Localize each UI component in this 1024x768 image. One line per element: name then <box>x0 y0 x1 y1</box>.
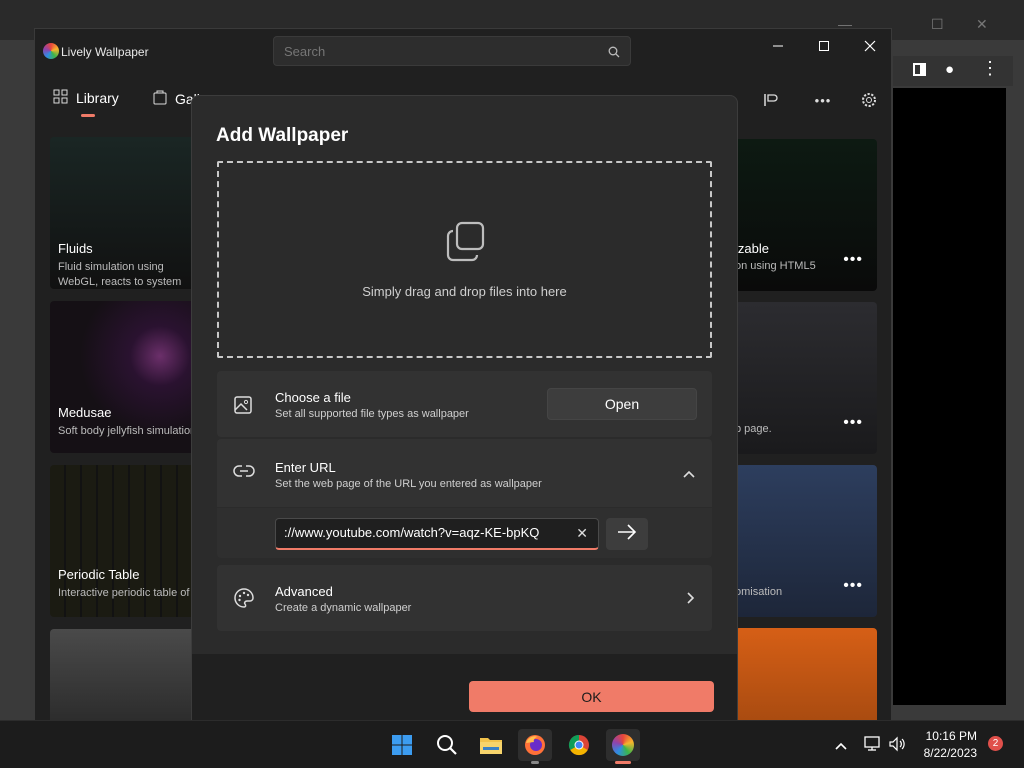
clock-date[interactable]: 8/22/2023 <box>924 746 977 760</box>
card-description: Fluid simulation using WebGL, reacts to … <box>58 261 182 288</box>
card-title: Fluids <box>58 241 93 256</box>
start-windows-icon[interactable] <box>385 729 419 761</box>
search-input[interactable] <box>284 44 584 59</box>
gallery-icon <box>153 89 167 108</box>
nav-library-label: Library <box>76 90 119 106</box>
palette-icon <box>233 587 255 614</box>
customize-icon[interactable] <box>757 87 783 113</box>
wallpaper-card-fluids[interactable]: Fluids Fluid simulation using WebGL, rea… <box>50 137 210 289</box>
search-icon[interactable] <box>608 45 620 63</box>
chevron-right-icon[interactable] <box>685 591 695 610</box>
browser-toolbar: ● ⋮ <box>893 56 1013 86</box>
wallpaper-card-right-3[interactable]: omisation ••• <box>735 465 877 617</box>
settings-gear-icon[interactable] <box>856 87 882 113</box>
clear-url-icon[interactable]: ✕ <box>576 525 588 542</box>
wallpaper-card-right-4[interactable] <box>735 628 877 727</box>
card-title: Periodic Table <box>58 567 140 582</box>
card-more-icon[interactable]: ••• <box>843 414 863 432</box>
card-description: b page. <box>735 423 772 435</box>
dialog-title: Add Wallpaper <box>216 125 349 146</box>
sidebar-icon[interactable] <box>913 63 926 76</box>
notification-badge[interactable]: 2 <box>988 736 1003 751</box>
enter-url-title: Enter URL <box>275 460 336 475</box>
copy-files-icon <box>445 221 487 268</box>
choose-file-row: Choose a file Set all supported file typ… <box>217 371 712 437</box>
library-icon <box>53 89 68 107</box>
advanced-subtitle: Create a dynamic wallpaper <box>275 602 412 614</box>
card-description: Interactive periodic table of elements. <box>58 587 198 599</box>
choose-file-title: Choose a file <box>275 390 351 405</box>
app-title: Lively Wallpaper <box>61 45 149 59</box>
firefox-icon[interactable] <box>518 729 552 761</box>
link-icon <box>233 464 255 483</box>
network-icon[interactable] <box>864 736 882 757</box>
ok-button[interactable]: OK <box>469 681 714 712</box>
card-description: omisation <box>735 586 783 598</box>
browser-maximize-icon[interactable]: ☐ <box>931 16 944 33</box>
card-description: on using HTML5 <box>735 260 816 272</box>
search-taskbar-icon[interactable] <box>430 729 464 761</box>
advanced-row[interactable]: Advanced Create a dynamic wallpaper <box>217 565 712 631</box>
taskbar: 10:16 PM 8/22/2023 <box>0 720 1024 768</box>
advanced-title: Advanced <box>275 584 333 599</box>
card-title: izable <box>735 241 769 256</box>
browser-close-icon[interactable]: ✕ <box>976 16 988 33</box>
minimize-button[interactable] <box>761 33 795 59</box>
clock-time[interactable]: 10:16 PM <box>926 729 977 743</box>
nav-library-tab[interactable]: Library <box>53 89 119 107</box>
active-tab-indicator <box>81 114 95 117</box>
menu-kebab-icon[interactable]: ⋮ <box>981 58 999 79</box>
chevron-up-icon[interactable] <box>682 466 696 484</box>
more-options-icon[interactable]: ••• <box>810 87 836 113</box>
url-input-row: ://www.youtube.com/watch?v=aqz-KE-bpKQ ✕ <box>217 508 712 558</box>
wallpaper-card-periodic-table[interactable]: Periodic Table Interactive periodic tabl… <box>50 465 210 617</box>
wallpaper-card-4[interactable] <box>50 629 210 727</box>
image-icon <box>233 395 253 420</box>
more-options-label: ••• <box>814 92 832 108</box>
arrow-right-icon <box>617 523 637 545</box>
drop-zone[interactable]: Simply drag and drop files into here <box>217 161 712 358</box>
enter-url-subtitle: Set the web page of the URL you entered … <box>275 478 542 490</box>
card-more-icon[interactable]: ••• <box>843 251 863 269</box>
close-button[interactable] <box>853 33 887 59</box>
firefox-running-indicator <box>531 761 539 764</box>
open-file-button[interactable]: Open <box>547 388 697 420</box>
url-input[interactable]: ://www.youtube.com/watch?v=aqz-KE-bpKQ <box>284 525 564 540</box>
lively-wallpaper-taskbar-icon[interactable] <box>606 729 640 761</box>
choose-file-subtitle: Set all supported file types as wallpape… <box>275 408 469 420</box>
wallpaper-card-medusae[interactable]: Medusae Soft body jellyfish simulation. <box>50 301 210 453</box>
lively-logo-icon <box>612 734 634 756</box>
app-logo-icon <box>43 43 59 59</box>
browser-content <box>893 88 1006 705</box>
chrome-icon[interactable] <box>562 729 596 761</box>
file-explorer-icon[interactable] <box>474 729 508 761</box>
add-wallpaper-dialog: Add Wallpaper Simply drag and drop files… <box>191 95 738 720</box>
card-title: Medusae <box>58 405 112 420</box>
card-more-icon[interactable]: ••• <box>843 577 863 595</box>
enter-url-row[interactable]: Enter URL Set the web page of the URL yo… <box>217 439 712 507</box>
chevron-up-tray-icon[interactable] <box>834 738 848 756</box>
url-input-box[interactable]: ://www.youtube.com/watch?v=aqz-KE-bpKQ ✕ <box>275 518 599 550</box>
go-url-button[interactable] <box>606 518 648 550</box>
wallpaper-card-right-1[interactable]: izable on using HTML5 ••• <box>735 139 877 291</box>
search-box[interactable] <box>273 36 631 66</box>
maximize-button[interactable] <box>807 33 841 59</box>
card-description: Soft body jellyfish simulation. <box>58 425 198 437</box>
profile-icon[interactable]: ● <box>945 61 954 78</box>
lively-active-indicator <box>615 761 631 764</box>
volume-icon[interactable] <box>888 736 906 757</box>
drop-zone-text: Simply drag and drop files into here <box>362 284 567 299</box>
wallpaper-card-right-2[interactable]: b page. ••• <box>735 302 877 454</box>
